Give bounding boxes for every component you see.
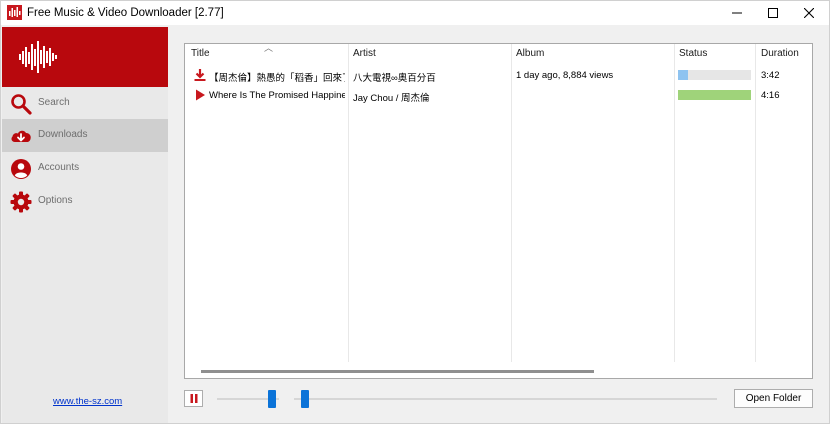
sidebar-item-downloads[interactable]: Downloads: [2, 119, 168, 152]
sidebar-item-accounts[interactable]: Accounts: [2, 152, 168, 185]
row-duration: 4:16: [761, 90, 780, 101]
title-bar: Free Music & Video Downloader [2.77]: [1, 1, 829, 25]
app-window: Free Music & Video Downloader [2.77] Sea…: [0, 0, 830, 424]
brand-logo: [2, 27, 168, 87]
window-title: Free Music & Video Downloader [2.77]: [27, 7, 224, 19]
sidebar-item-options[interactable]: Options: [2, 185, 168, 218]
pause-icon: [190, 394, 197, 403]
row-artist: 八大電視∞奧百分百: [353, 73, 436, 84]
volume-slider-thumb[interactable]: [268, 390, 276, 408]
download-arrow-icon: [194, 69, 206, 81]
table-row[interactable]: Where Is The Promised Happine... Jay Cho…: [185, 85, 812, 105]
column-header-artist[interactable]: Artist: [353, 48, 376, 59]
sort-ascending-icon: ︿: [264, 43, 274, 53]
column-header-status[interactable]: Status: [679, 48, 707, 59]
close-button[interactable]: [789, 1, 829, 25]
seek-slider-track[interactable]: [294, 398, 717, 400]
download-progress-bar: [678, 90, 751, 100]
gear-icon: [10, 191, 32, 213]
row-duration: 3:42: [761, 70, 780, 81]
open-folder-button[interactable]: Open Folder: [734, 389, 813, 408]
minimize-button[interactable]: [717, 1, 757, 25]
play-icon: [196, 89, 205, 101]
row-artist: Jay Chou / 周杰倫: [353, 93, 430, 104]
minimize-icon: [732, 12, 742, 14]
progress-fill: [678, 90, 751, 100]
downloads-table: Title ︿ Artist Album Status Duration 【周杰…: [184, 43, 813, 379]
table-row[interactable]: 【周杰倫】熱愚的「稻香」回來了！時... 八大電視∞奧百分百 1 day ago…: [185, 65, 812, 85]
scrollbar-thumb[interactable]: [201, 370, 594, 373]
column-header-title[interactable]: Title: [191, 48, 210, 59]
search-icon: [11, 94, 32, 115]
waveform-logo-icon: [19, 41, 57, 73]
seek-slider-thumb[interactable]: [301, 390, 309, 408]
column-header-album[interactable]: Album: [516, 48, 544, 59]
app-logo-icon: [7, 5, 22, 20]
user-icon: [11, 159, 31, 179]
sidebar: Search Downloads Accounts Options www.th…: [2, 27, 168, 423]
website-link[interactable]: www.the-sz.com: [53, 396, 122, 407]
maximize-button[interactable]: [753, 1, 793, 25]
sidebar-item-label: Search: [38, 97, 70, 108]
pause-button[interactable]: [184, 390, 203, 407]
row-album: 1 day ago, 8,884 views: [516, 70, 614, 81]
progress-fill: [678, 70, 689, 80]
row-title: Where Is The Promised Happine...: [209, 90, 345, 101]
cloud-download-icon: [11, 130, 31, 142]
sidebar-item-label: Options: [38, 195, 73, 206]
sidebar-item-label: Accounts: [38, 162, 80, 173]
close-icon: [804, 8, 814, 18]
sidebar-item-label: Downloads: [38, 129, 88, 140]
column-header-duration[interactable]: Duration: [761, 48, 799, 59]
sidebar-item-search[interactable]: Search: [2, 87, 168, 120]
maximize-icon: [768, 8, 778, 18]
download-progress-bar: [678, 70, 751, 80]
row-title: 【周杰倫】熱愚的「稻香」回來了！時...: [209, 73, 345, 84]
